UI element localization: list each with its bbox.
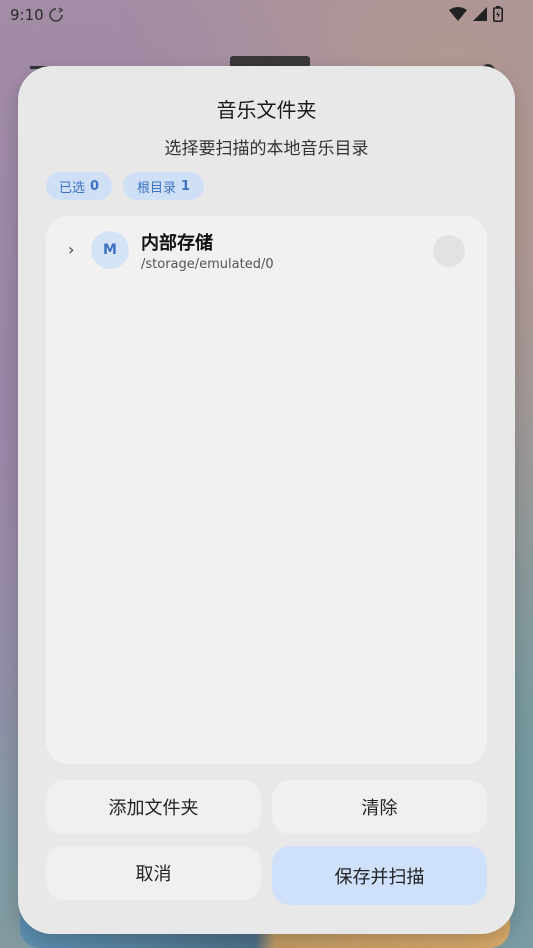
dialog-subtitle: 选择要扫描的本地音乐目录: [164, 139, 369, 159]
add-folder-button[interactable]: 添加文件夹: [46, 780, 261, 834]
root-count-chip: 根目录 1: [123, 172, 204, 200]
folder-name: 内部存储: [141, 233, 213, 254]
status-icons: [449, 6, 503, 22]
folder-select-checkbox[interactable]: [433, 235, 465, 267]
clear-button[interactable]: 清除: [272, 780, 487, 834]
chip-count: 1: [180, 178, 191, 194]
signal-icon: [473, 7, 487, 21]
cancel-button[interactable]: 取消: [46, 846, 261, 900]
wifi-icon: [449, 7, 467, 21]
chevron-right-icon[interactable]: ›: [68, 240, 74, 259]
music-folder-dialog: 音乐文件夹 选择要扫描的本地音乐目录 已选 0 根目录 1 › M 内部存储 /…: [18, 66, 515, 934]
folder-row[interactable]: › M 内部存储 /storage/emulated/0: [46, 216, 487, 286]
folder-tree: › M 内部存储 /storage/emulated/0: [46, 216, 487, 764]
folder-path: /storage/emulated/0: [141, 257, 274, 272]
storage-avatar: M: [91, 231, 129, 269]
sync-icon: [49, 7, 64, 22]
save-and-scan-button[interactable]: 保存并扫描: [272, 846, 487, 905]
chip-count: 0: [89, 178, 100, 194]
selected-count-chip: 已选 0: [46, 172, 112, 200]
battery-icon: [493, 6, 503, 22]
status-bar: 9:10: [0, 0, 533, 30]
chip-label: 已选: [58, 180, 85, 196]
chip-label: 根目录: [136, 180, 176, 196]
status-time: 9:10: [10, 6, 44, 24]
dialog-title: 音乐文件夹: [216, 98, 317, 122]
